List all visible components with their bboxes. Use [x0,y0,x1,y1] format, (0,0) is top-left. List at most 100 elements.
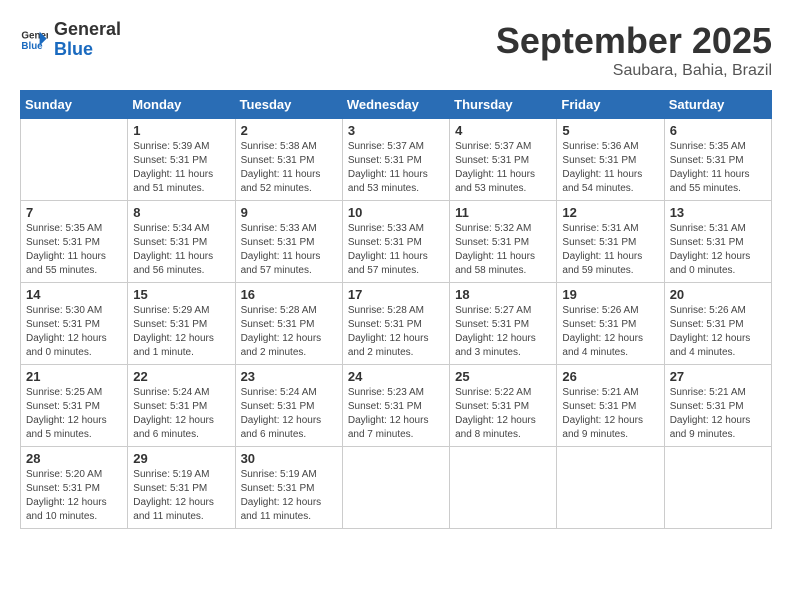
calendar-cell: 11 Sunrise: 5:32 AM Sunset: 5:31 PM Dayli… [450,201,557,283]
day-number: 22 [133,369,229,384]
day-info: Sunrise: 5:33 AM Sunset: 5:31 PM Dayligh… [348,222,444,278]
day-info: Sunrise: 5:27 AM Sunset: 5:31 PM Dayligh… [455,304,551,360]
week-row-2: 7Sunrise: 5:35 AM Sunset: 5:31 PM Daylig… [21,201,772,283]
day-info: Sunrise: 5:31 AM Sunset: 5:31 PM Dayligh… [562,222,658,278]
week-row-5: 28Sunrise: 5:20 AM Sunset: 5:31 PM Dayli… [21,447,772,529]
calendar-cell: 10 Sunrise: 5:33 AM Sunset: 5:31 PM Dayli… [342,201,449,283]
calendar-cell [342,447,449,529]
calendar-cell [664,447,771,529]
day-number: 20 [670,287,766,302]
day-number: 7 [26,205,122,220]
weekday-header-thursday: Thursday [450,91,557,119]
calendar-cell: 8 Sunrise: 5:34 AM Sunset: 5:31 PM Daylig… [128,201,235,283]
day-number: 15 [133,287,229,302]
day-info: Sunrise: 5:37 AM Sunset: 5:31 PM Dayligh… [455,140,551,196]
day-number: 14 [26,287,122,302]
day-info: Sunrise: 5:37 AM Sunset: 5:31 PM Dayligh… [348,140,444,196]
logo: General Blue General Blue [20,20,121,60]
day-number: 27 [670,369,766,384]
weekday-header-sunday: Sunday [21,91,128,119]
day-info: Sunrise: 5:25 AM Sunset: 5:31 PM Dayligh… [26,386,122,442]
day-number: 16 [241,287,337,302]
calendar-cell: 20 Sunrise: 5:26 AM Sunset: 5:31 PM Dayli… [664,283,771,365]
logo-icon: General Blue [20,26,48,54]
day-number: 28 [26,451,122,466]
day-number: 26 [562,369,658,384]
day-info: Sunrise: 5:30 AM Sunset: 5:31 PM Dayligh… [26,304,122,360]
weekday-header-saturday: Saturday [664,91,771,119]
calendar-cell [450,447,557,529]
day-info: Sunrise: 5:26 AM Sunset: 5:31 PM Dayligh… [562,304,658,360]
weekday-header-friday: Friday [557,91,664,119]
day-number: 21 [26,369,122,384]
day-info: Sunrise: 5:24 AM Sunset: 5:31 PM Dayligh… [133,386,229,442]
page-header: General Blue General Blue September 2025… [20,20,772,80]
calendar-cell: 14 Sunrise: 5:30 AM Sunset: 5:31 PM Dayli… [21,283,128,365]
day-info: Sunrise: 5:19 AM Sunset: 5:31 PM Dayligh… [241,468,337,524]
week-row-4: 21 Sunrise: 5:25 AM Sunset: 5:31 PM Dayli… [21,365,772,447]
day-number: 12 [562,205,658,220]
day-number: 19 [562,287,658,302]
calendar-cell: 27 Sunrise: 5:21 AM Sunset: 5:31 PM Dayli… [664,365,771,447]
day-info: Sunrise: 5:21 AM Sunset: 5:31 PM Dayligh… [670,386,766,442]
calendar-cell: 5Sunrise: 5:36 AM Sunset: 5:31 PM Daylig… [557,119,664,201]
day-number: 5 [562,123,658,138]
week-row-1: 1 Sunrise: 5:39 AM Sunset: 5:31 PM Daylig… [21,119,772,201]
calendar-cell [557,447,664,529]
calendar-cell: 12 Sunrise: 5:31 AM Sunset: 5:31 PM Dayli… [557,201,664,283]
day-number: 6 [670,123,766,138]
weekday-header-row: SundayMondayTuesdayWednesdayThursdayFrid… [21,91,772,119]
weekday-header-wednesday: Wednesday [342,91,449,119]
day-number: 24 [348,369,444,384]
calendar-cell: 29 Sunrise: 5:19 AM Sunset: 5:31 PM Dayli… [128,447,235,529]
location-title: Saubara, Bahia, Brazil [496,62,772,80]
day-number: 25 [455,369,551,384]
day-number: 10 [348,205,444,220]
day-info: Sunrise: 5:21 AM Sunset: 5:31 PM Dayligh… [562,386,658,442]
calendar-cell: 7Sunrise: 5:35 AM Sunset: 5:31 PM Daylig… [21,201,128,283]
calendar-cell: 9 Sunrise: 5:33 AM Sunset: 5:31 PM Daylig… [235,201,342,283]
day-number: 18 [455,287,551,302]
day-info: Sunrise: 5:31 AM Sunset: 5:31 PM Dayligh… [670,222,766,278]
day-info: Sunrise: 5:19 AM Sunset: 5:31 PM Dayligh… [133,468,229,524]
day-number: 1 [133,123,229,138]
calendar-cell: 18 Sunrise: 5:27 AM Sunset: 5:31 PM Dayli… [450,283,557,365]
day-info: Sunrise: 5:29 AM Sunset: 5:31 PM Dayligh… [133,304,229,360]
weekday-header-tuesday: Tuesday [235,91,342,119]
day-number: 9 [241,205,337,220]
day-number: 4 [455,123,551,138]
calendar-cell: 19 Sunrise: 5:26 AM Sunset: 5:31 PM Dayli… [557,283,664,365]
day-info: Sunrise: 5:23 AM Sunset: 5:31 PM Dayligh… [348,386,444,442]
calendar-cell: 21 Sunrise: 5:25 AM Sunset: 5:31 PM Dayli… [21,365,128,447]
day-number: 8 [133,205,229,220]
day-info: Sunrise: 5:28 AM Sunset: 5:31 PM Dayligh… [348,304,444,360]
day-info: Sunrise: 5:35 AM Sunset: 5:31 PM Dayligh… [670,140,766,196]
calendar-cell: 6 Sunrise: 5:35 AM Sunset: 5:31 PM Daylig… [664,119,771,201]
day-info: Sunrise: 5:32 AM Sunset: 5:31 PM Dayligh… [455,222,551,278]
day-number: 30 [241,451,337,466]
weekday-header-monday: Monday [128,91,235,119]
day-number: 11 [455,205,551,220]
day-number: 3 [348,123,444,138]
calendar-cell: 17Sunrise: 5:28 AM Sunset: 5:31 PM Dayli… [342,283,449,365]
day-number: 29 [133,451,229,466]
calendar-cell [21,119,128,201]
day-info: Sunrise: 5:26 AM Sunset: 5:31 PM Dayligh… [670,304,766,360]
calendar-cell: 23Sunrise: 5:24 AM Sunset: 5:31 PM Dayli… [235,365,342,447]
day-info: Sunrise: 5:34 AM Sunset: 5:31 PM Dayligh… [133,222,229,278]
day-number: 2 [241,123,337,138]
day-number: 13 [670,205,766,220]
title-area: September 2025 Saubara, Bahia, Brazil [496,20,772,80]
calendar-table: SundayMondayTuesdayWednesdayThursdayFrid… [20,90,772,529]
day-info: Sunrise: 5:38 AM Sunset: 5:31 PM Dayligh… [241,140,337,196]
day-info: Sunrise: 5:33 AM Sunset: 5:31 PM Dayligh… [241,222,337,278]
day-info: Sunrise: 5:24 AM Sunset: 5:31 PM Dayligh… [241,386,337,442]
logo-line1: General [54,20,121,40]
calendar-cell: 2 Sunrise: 5:38 AM Sunset: 5:31 PM Daylig… [235,119,342,201]
day-info: Sunrise: 5:22 AM Sunset: 5:31 PM Dayligh… [455,386,551,442]
logo-line2: Blue [54,40,121,60]
calendar-cell: 25 Sunrise: 5:22 AM Sunset: 5:31 PM Dayli… [450,365,557,447]
day-info: Sunrise: 5:39 AM Sunset: 5:31 PM Dayligh… [133,140,229,196]
calendar-cell: 28Sunrise: 5:20 AM Sunset: 5:31 PM Dayli… [21,447,128,529]
week-row-3: 14 Sunrise: 5:30 AM Sunset: 5:31 PM Dayli… [21,283,772,365]
